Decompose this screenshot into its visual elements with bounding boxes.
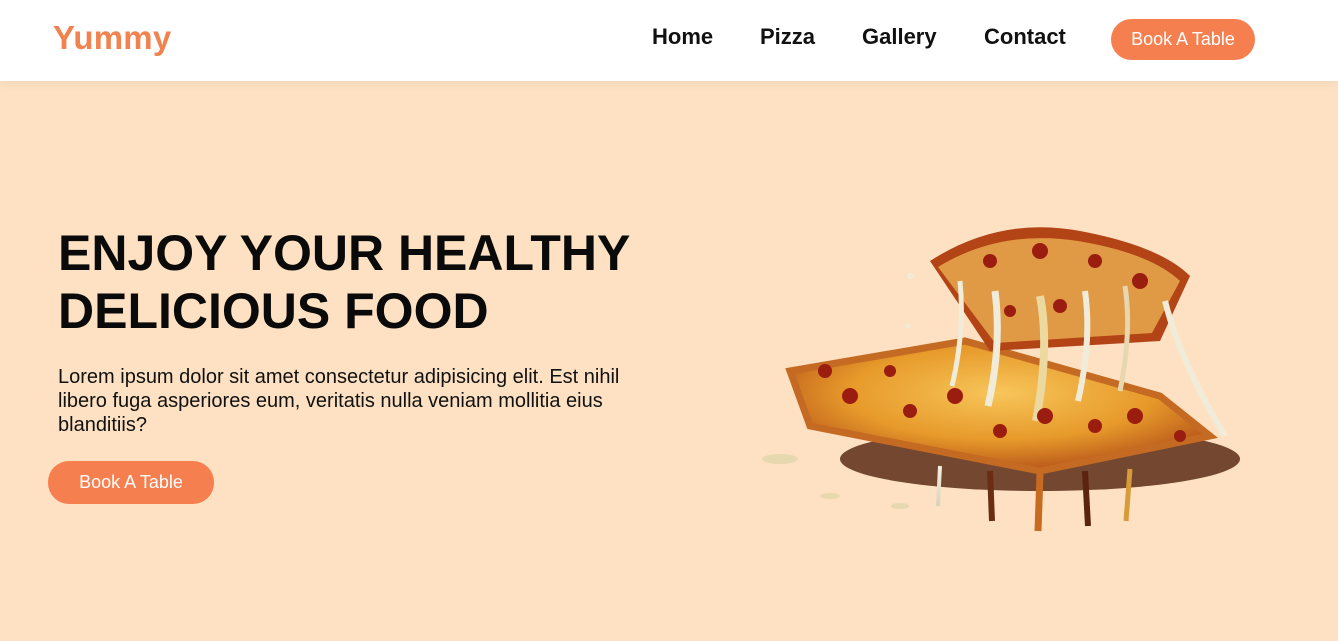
hero-description: Lorem ipsum dolor sit amet consectetur a… [58,366,620,436]
book-table-button-header[interactable]: Book A Table [1111,19,1255,60]
site-header: Yummy Home Pizza Gallery Contact Book A … [0,0,1338,81]
nav-pizza[interactable]: Pizza [760,24,815,50]
hero-title: ENJOY YOUR HEALTHY DELICIOUS FOOD [58,224,698,340]
nav-gallery[interactable]: Gallery [862,24,937,50]
nav-contact[interactable]: Contact [984,24,1066,50]
logo[interactable]: Yummy [53,19,171,57]
hero-title-line-2: DELICIOUS FOOD [58,283,489,339]
hero-section: ENJOY YOUR HEALTHY DELICIOUS FOOD Lorem … [0,81,1338,641]
pizza-image [762,227,1240,532]
nav-home[interactable]: Home [652,24,713,50]
book-table-button-hero[interactable]: Book A Table [48,461,214,504]
hero-title-line-1: ENJOY YOUR HEALTHY [58,225,631,281]
